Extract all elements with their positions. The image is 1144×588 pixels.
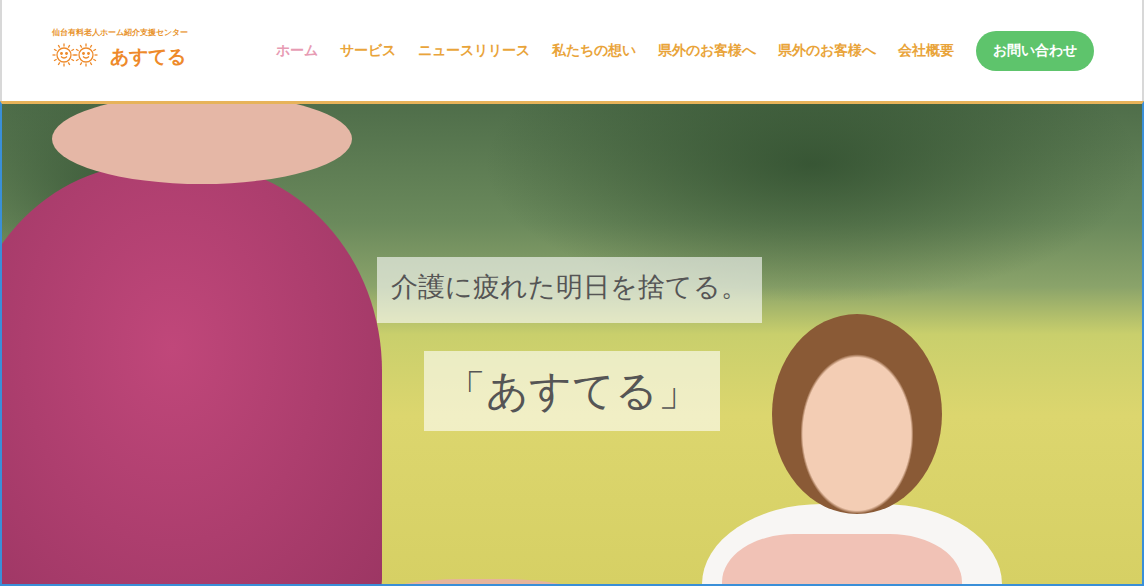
nav-item[interactable]: 県外のお客様へ	[658, 42, 756, 60]
apron-shape	[722, 534, 962, 586]
hands-shape	[382, 579, 582, 586]
logo-subtitle: 仙台有料老人ホーム紹介支援センター	[52, 27, 188, 38]
face-shape	[772, 314, 942, 514]
person-left-shape	[0, 164, 382, 586]
logo-row: あすてる	[52, 40, 188, 74]
logo[interactable]: 仙台有料老人ホーム紹介支援センターあすてる	[52, 27, 188, 74]
uniform-shape	[702, 504, 1002, 586]
nav-item[interactable]: 私たちの想い	[552, 42, 636, 60]
nav-item[interactable]: 会社概要	[898, 42, 954, 60]
nav-item[interactable]: サービス	[340, 42, 396, 60]
logo-name: あすてる	[110, 44, 186, 70]
site-header: 仙台有料老人ホーム紹介支援センターあすてる ホーム サービス ニュースリリース 私たちの…	[0, 0, 1144, 101]
hero-banner: 介護に疲れた明日を捨てる。「あすてる」	[0, 101, 1144, 586]
nav-item[interactable]: 県外のお客様へ	[778, 42, 876, 60]
hero-title: 「あすてる」	[424, 351, 720, 431]
hat-shape	[52, 101, 352, 184]
hero-tagline: 介護に疲れた明日を捨てる。	[377, 257, 762, 323]
nav-item[interactable]: ニュースリリース	[418, 42, 530, 60]
main-nav: ホーム サービス ニュースリリース 私たちの想い 県外のお客様へ 県外のお客様へ 会社概要 お…	[276, 31, 1094, 71]
contact-button[interactable]: お問い合わせ	[976, 31, 1094, 71]
sun-faces-icon	[52, 40, 100, 74]
trees-left-shape	[2, 104, 262, 304]
nav-item[interactable]: ホーム	[276, 42, 318, 60]
